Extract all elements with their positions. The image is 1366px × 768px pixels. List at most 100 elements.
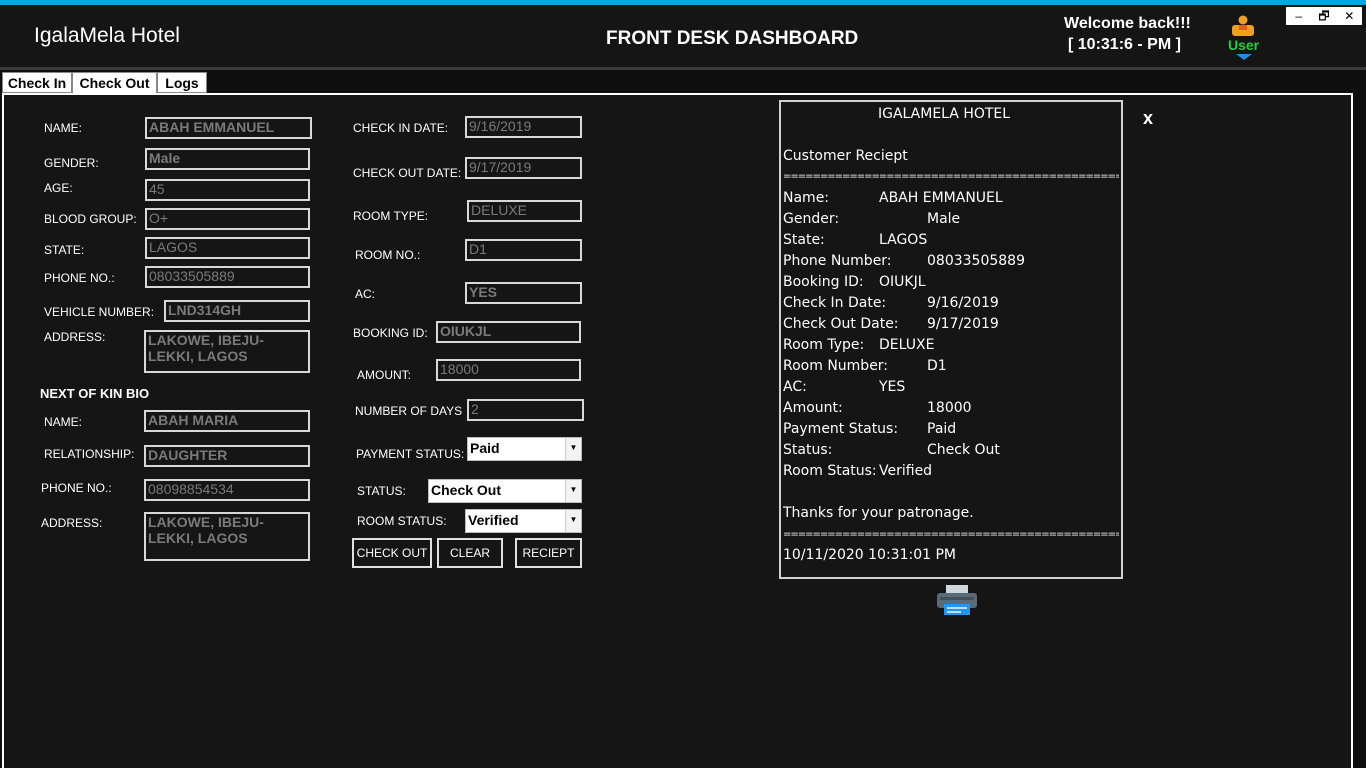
room-status-value: Verified [468,512,519,528]
receipt-value: 9/16/2019 [927,295,999,311]
close-window-button[interactable]: ✕ [1337,7,1362,25]
room-type-field[interactable]: DELUXE [467,200,582,222]
room-no-field[interactable]: D1 [465,239,582,261]
kin-phone-field[interactable]: 08098854534 [144,479,310,501]
receipt-key: Room Status: [783,463,877,479]
phone-field[interactable]: 08033505889 [145,266,310,288]
name-label: NAME: [44,121,83,135]
check-out-date-label: CHECK OUT DATE: [353,166,462,180]
receipt-separator: ========================================… [783,531,1119,539]
vehicle-field[interactable]: LND314GH [164,300,310,322]
window-controls: – 🗗 ✕ [1286,7,1362,25]
user-menu-label[interactable]: User [1228,37,1259,53]
receipt-key: State: [783,232,825,248]
restore-button[interactable]: 🗗 [1311,7,1336,25]
payment-status-label: PAYMENT STATUS: [356,447,465,461]
name-field[interactable]: ABAH EMMANUEL [145,117,312,139]
receipt-panel: IGALAMELA HOTEL Customer Reciept =======… [779,100,1123,579]
room-status-label: ROOM STATUS: [357,514,447,528]
receipt-value: ABAH EMMANUEL [879,190,1003,206]
phone-label: PHONE NO.: [44,271,115,285]
receipt-value: Male [927,211,961,227]
receipt-value: Verified [879,463,933,479]
kin-name-label: NAME: [44,415,83,429]
check-in-date-field[interactable]: 9/16/2019 [465,116,582,138]
printer-icon[interactable] [936,584,978,616]
receipt-value: OIUKJL [879,274,926,290]
kin-name-field[interactable]: ABAH MARIA [144,410,310,432]
ac-label: AC: [355,287,376,301]
age-field[interactable]: 45 [145,179,310,201]
payment-status-value: Paid [470,440,500,456]
payment-status-select[interactable]: Paid ▼ [467,437,582,461]
receipt-hotel-name: IGALAMELA HOTEL [878,106,1011,122]
receipt-key: Check In Date: [783,295,887,311]
receipt-value: Paid [927,421,957,437]
blood-group-label: BLOOD GROUP: [44,212,137,226]
status-label: STATUS: [357,484,406,498]
blood-group-field[interactable]: O+ [145,208,310,230]
receipt-value: 9/17/2019 [927,316,999,332]
state-label: STATE: [44,243,85,257]
receipt-key: Payment Status: [783,421,899,437]
receipt-timestamp: 10/11/2020 10:31:01 PM [783,547,956,563]
receipt-key: Check Out Date: [783,316,899,332]
gender-field[interactable]: Male [145,148,310,170]
amount-label: AMOUNT: [357,368,411,382]
receipt-key: Status: [783,442,833,458]
welcome-text: Welcome back!!! [1064,15,1191,32]
status-value: Check Out [431,482,502,498]
amount-field[interactable]: 18000 [436,359,581,381]
clock: [ 10:31:6 - PM ] [1068,36,1181,53]
address-field[interactable]: LAKOWE, IBEJU-LEKKI, LAGOS [144,330,310,373]
next-of-kin-heading: NEXT OF KIN BIO [40,386,150,401]
receipt-key: Booking ID: [783,274,864,290]
check-out-button[interactable]: CHECK OUT [352,538,432,568]
kin-phone-label: PHONE NO.: [41,481,112,495]
status-select[interactable]: Check Out ▼ [428,479,582,503]
room-type-label: ROOM TYPE: [353,209,429,223]
booking-id-field[interactable]: OIUKJL [436,321,581,343]
check-out-date-field[interactable]: 9/17/2019 [465,157,582,179]
receipt-value: LAGOS [879,232,928,248]
receipt-value: Check Out [927,442,1000,458]
receipt-key: Room Type: [783,337,865,353]
gender-label: GENDER: [44,156,99,170]
age-label: AGE: [44,181,73,195]
receipt-heading: Customer Reciept [783,148,908,164]
header-divider [0,67,1366,70]
days-field[interactable]: 2 [467,399,584,421]
tab-logs[interactable]: Logs [157,72,207,93]
room-no-label: ROOM NO.: [355,248,421,262]
state-field[interactable]: LAGOS [145,237,310,259]
receipt-button[interactable]: RECIEPT [515,538,582,568]
kin-address-field[interactable]: LAKOWE, IBEJU-LEKKI, LAGOS [144,512,310,561]
close-receipt-button[interactable]: x [1143,108,1153,129]
receipt-value: YES [879,379,906,395]
ac-field[interactable]: YES [465,282,582,304]
address-label: ADDRESS: [44,330,106,344]
receipt-thanks: Thanks for your patronage. [783,505,974,521]
receipt-key: Phone Number: [783,253,892,269]
tab-check-out[interactable]: Check Out [72,72,157,94]
receipt-key: AC: [783,379,807,395]
kin-address-label: ADDRESS: [41,516,103,530]
user-icon[interactable] [1230,14,1256,36]
clear-button[interactable]: CLEAR [437,538,503,568]
dropdown-arrow-icon[interactable]: ▼ [565,438,581,460]
receipt-value: DELUXE [879,337,935,353]
dropdown-arrow-icon[interactable]: ▼ [565,510,581,532]
dropdown-arrow-icon[interactable]: ▼ [565,480,581,502]
booking-id-label: BOOKING ID: [353,326,428,340]
chevron-down-icon[interactable] [1236,54,1252,60]
kin-relationship-label: RELATIONSHIP: [44,447,135,461]
days-label: NUMBER OF DAYS [355,404,463,418]
dashboard-title: FRONT DESK DASHBOARD [606,28,859,49]
kin-relationship-field[interactable]: DAUGHTER [144,445,310,467]
receipt-key: Room Number: [783,358,889,374]
receipt-value: 18000 [927,400,972,416]
tab-check-in[interactable]: Check In [2,72,72,93]
room-status-select[interactable]: Verified ▼ [465,509,582,533]
minimize-button[interactable]: – [1286,7,1311,25]
vehicle-label: VEHICLE NUMBER: [44,305,155,319]
